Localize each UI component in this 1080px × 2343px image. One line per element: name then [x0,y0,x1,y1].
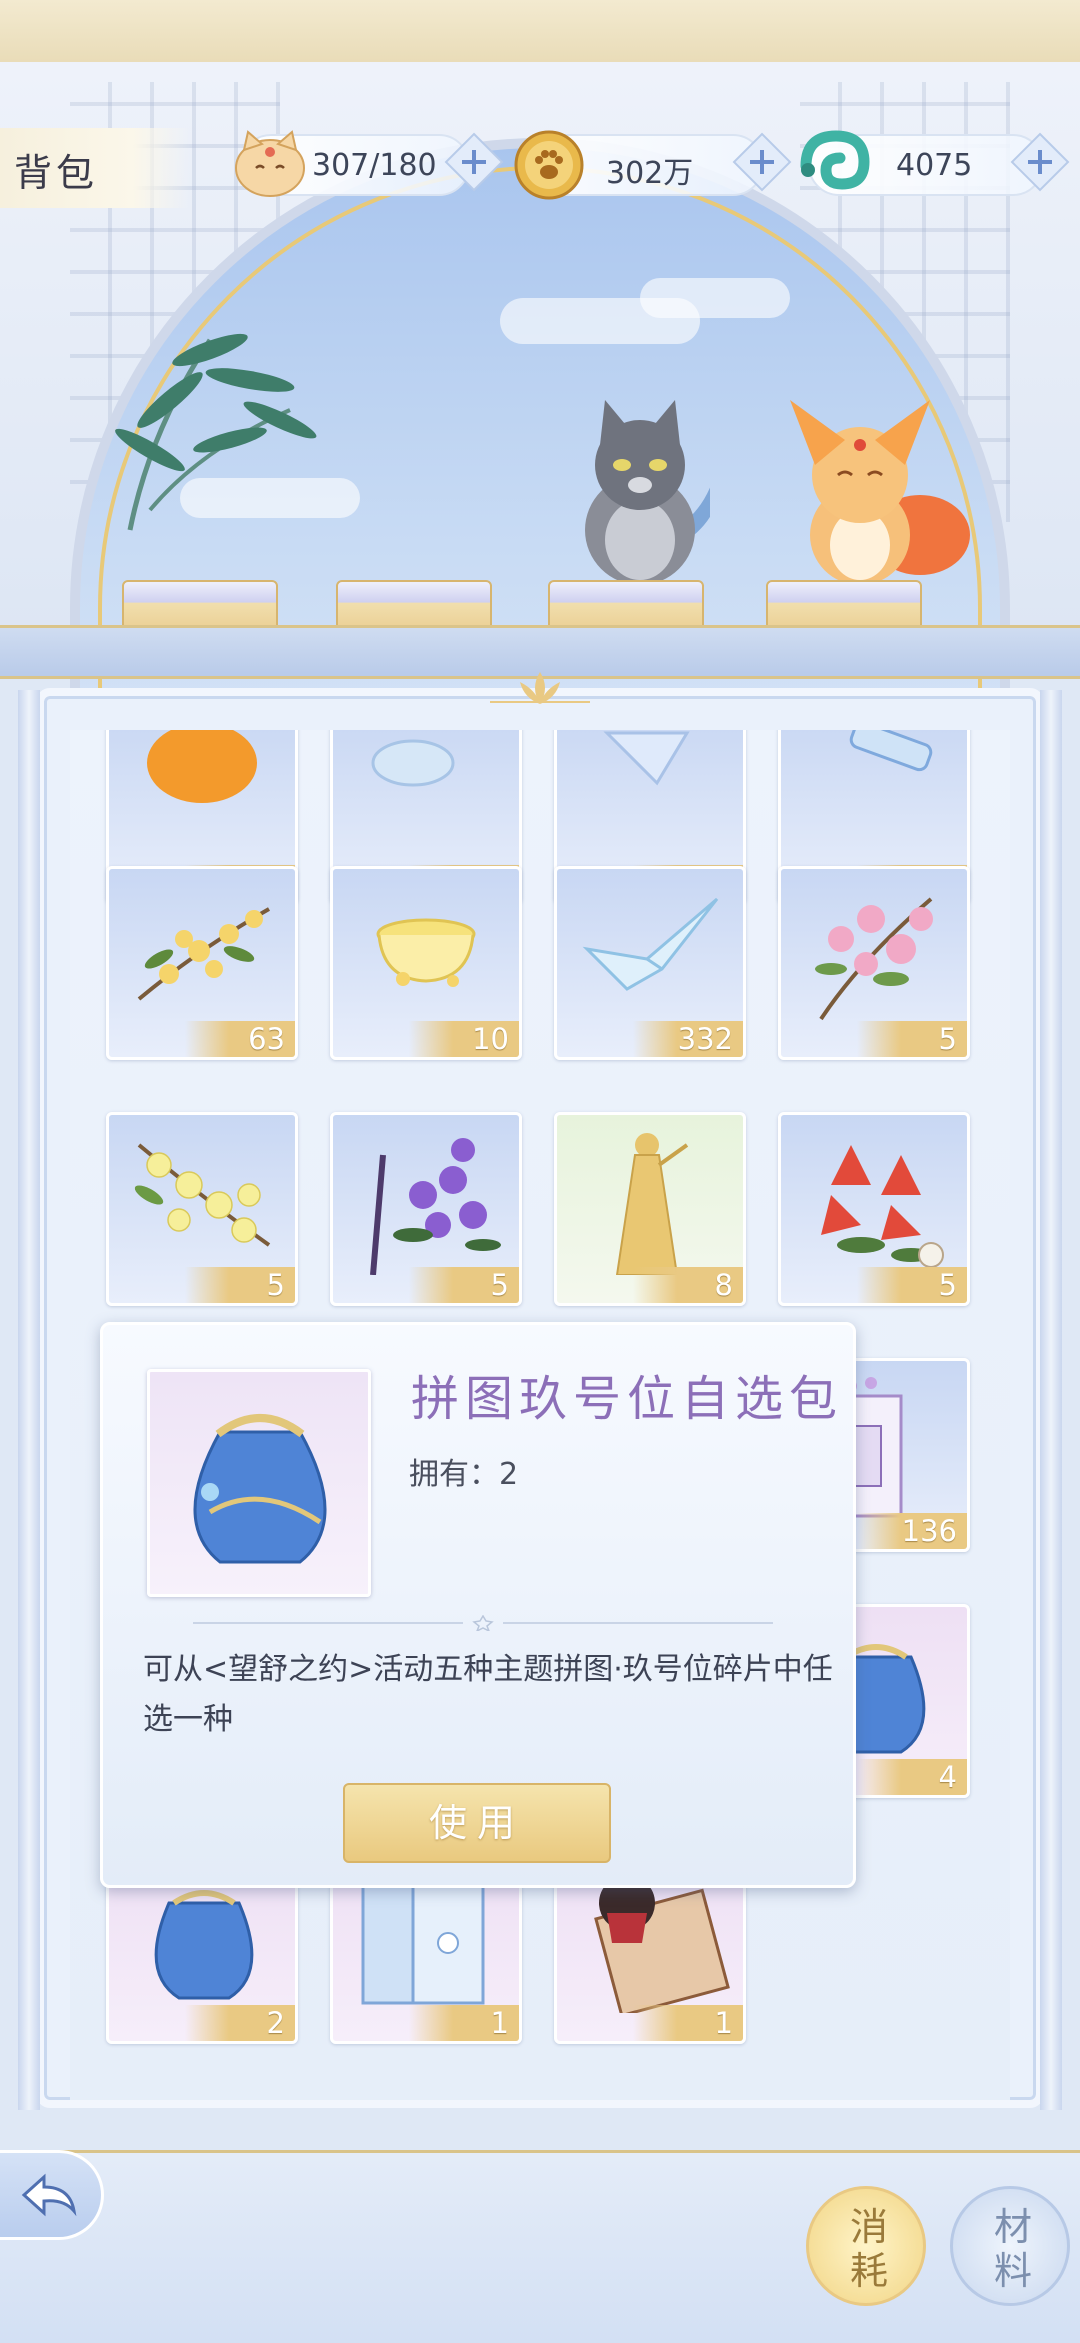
item-count: 136 [857,1513,967,1549]
item-count: 5 [409,1267,519,1303]
item-count: 332 [633,1021,743,1057]
page-title: 背包 [0,128,190,208]
bamboo-icon [115,333,317,531]
item-count: 5 [857,1021,967,1057]
add-coins-button[interactable] [732,132,792,192]
tab-consume[interactable]: 消耗 [806,2186,926,2306]
item-detail-description: 可从<望舒之约>活动五种主题拼图·玖号位碎片中任选一种 [143,1652,833,1737]
back-button[interactable] [0,2150,104,2240]
item-jasmine-branch[interactable]: 5 [106,1112,298,1306]
jade-dragon-icon [800,130,870,190]
item-owned-count: 拥有：2 [409,1457,519,1492]
tab-consume-label: 消耗 [849,2205,888,2293]
item-count: 5 [185,1267,295,1303]
item-count: 63 [185,1021,295,1057]
add-stamina-button[interactable] [444,132,504,192]
item-golden-figure[interactable]: 8 [554,1112,746,1306]
red-lily-icon [821,1145,944,1268]
glass-bowl-icon [371,739,455,787]
item-count: 2 [185,2005,295,2041]
panel-rail-left [18,690,40,2110]
golden-figure-icon [615,1133,689,1275]
back-arrow-icon [21,2173,77,2217]
currency-value: 4075 [896,148,973,183]
item-detail-thumbnail [147,1369,371,1597]
top-band [0,0,1080,65]
lotus-ornament-icon [490,672,590,704]
item-osmanthus-branch[interactable]: 63 [106,866,298,1060]
paw-coin-icon [514,130,584,200]
page-title-text: 背包 [14,151,99,195]
item-detail-title: 拼图玖号位自选包 [411,1371,844,1427]
osmanthus-flower-icon [137,907,270,1001]
tab-material-label: 材料 [993,2205,1032,2293]
item-count: 5 [857,1267,967,1303]
item-tea-cup[interactable]: 10 [330,866,522,1060]
item-count: 1 [633,2005,743,2041]
item-count: 10 [409,1021,519,1057]
panel-rail-right [1040,690,1062,2110]
orange-fox-pet-icon [790,400,970,585]
currency-value: 302万 [606,156,694,191]
item-count: 4 [857,1759,967,1795]
jasmine-flower-icon [134,1143,271,1247]
currency-value: 307/180 [312,148,437,183]
crystal-shard-icon [603,731,690,786]
gray-cat-pet-icon [585,400,710,585]
item-count: 8 [633,1267,743,1303]
paper-crane-icon [582,897,719,991]
tab-material[interactable]: 材料 [950,2186,1070,2306]
purple-flower-icon [370,1138,501,1275]
item-purple-flowers[interactable]: 5 [330,1112,522,1306]
tea-cup-icon [376,918,476,987]
blue-bottle-icon [849,730,933,772]
use-button[interactable]: 使用 [343,1783,611,1863]
item-count: 1 [409,2005,519,2041]
blue-pouch-icon [193,1414,327,1564]
item-red-lily[interactable]: 5 [778,1112,970,1306]
item-detail-popup: 拼图玖号位自选包 拥有：2 可从<望舒之约>活动五种主题拼图·玖号位碎片中任选一… [100,1322,856,1888]
orange-fruit-icon [147,730,257,803]
add-jade-button[interactable] [1010,132,1070,192]
item-cherry-blossom[interactable]: 5 [778,866,970,1060]
star-divider-icon [193,1615,773,1631]
item-paper-crane[interactable]: 332 [554,866,746,1060]
cherry-blossom-icon [815,897,933,1021]
cat-face-stamina-icon [235,130,305,197]
